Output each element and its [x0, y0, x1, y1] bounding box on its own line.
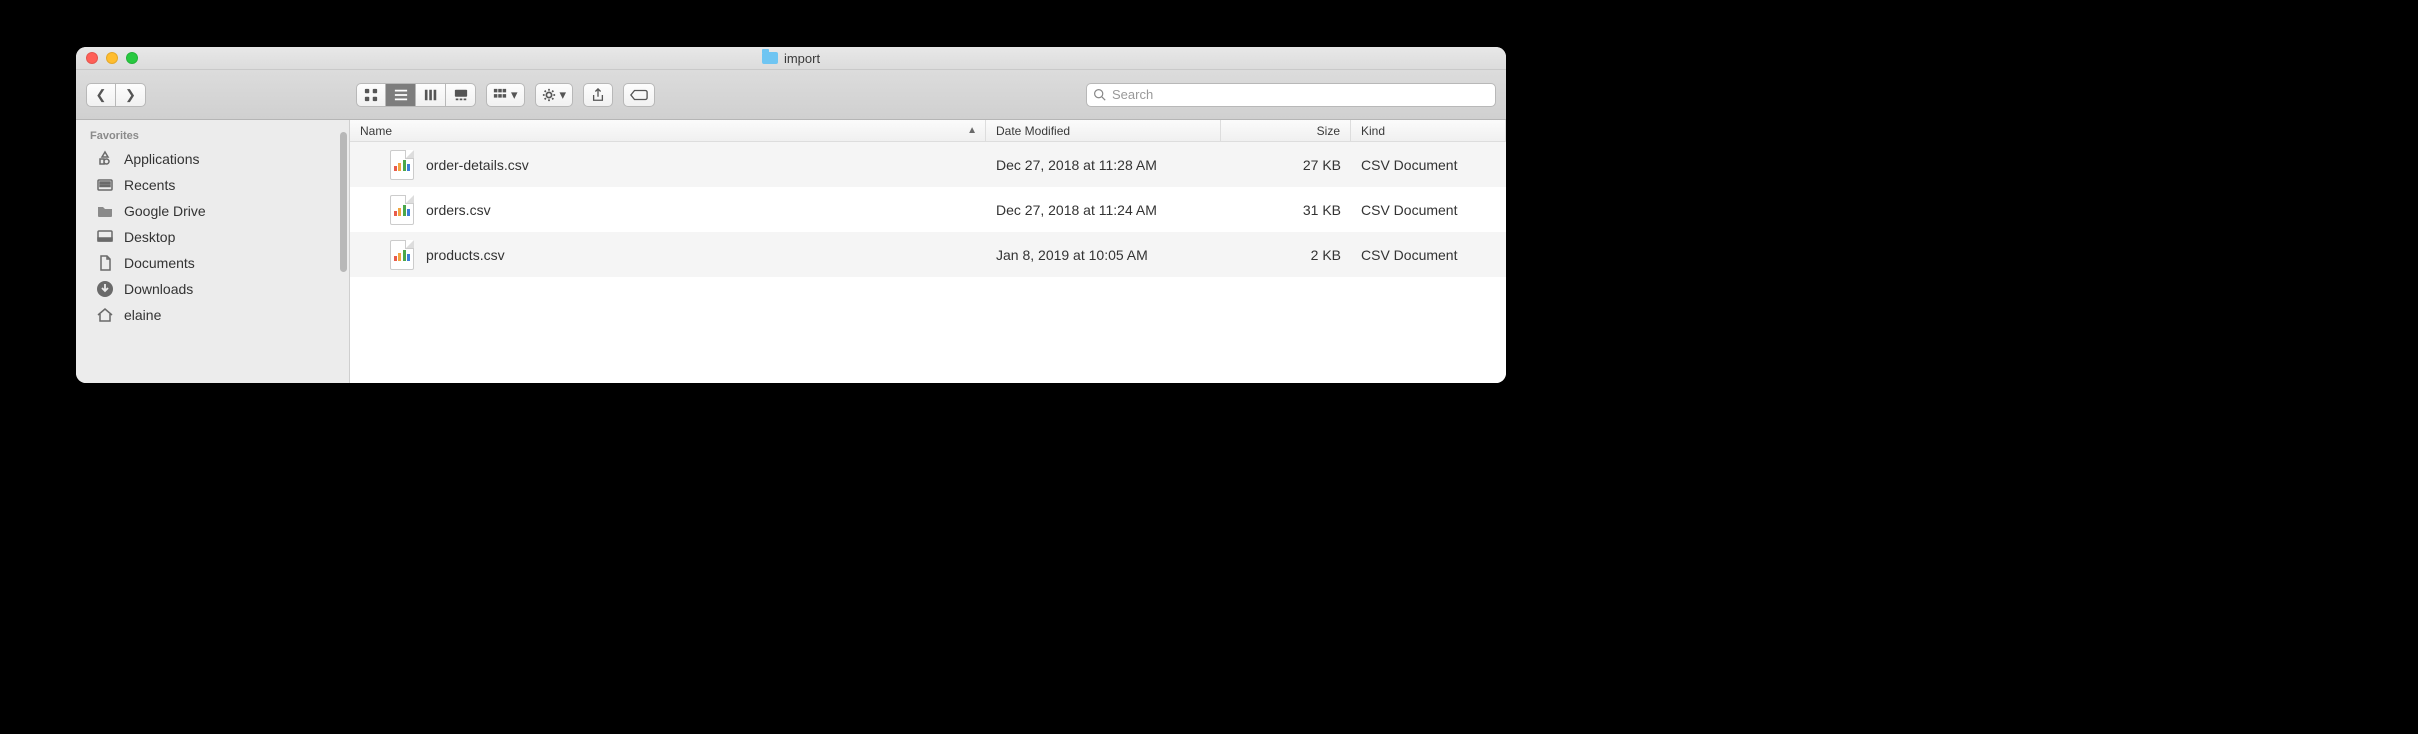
traffic-lights — [86, 52, 138, 64]
sidebar: Favorites Applications Recents Google Dr… — [76, 120, 350, 383]
file-kind: CSV Document — [1351, 247, 1506, 263]
sidebar-item-recents[interactable]: Recents — [76, 172, 349, 198]
file-kind: CSV Document — [1351, 202, 1506, 218]
sidebar-item-label: Downloads — [124, 281, 193, 297]
csv-file-icon — [390, 240, 414, 270]
column-label: Name — [360, 124, 392, 138]
sidebar-item-desktop[interactable]: Desktop — [76, 224, 349, 250]
group-button[interactable]: ▾ — [486, 83, 525, 107]
scrollbar-thumb[interactable] — [340, 132, 347, 272]
file-name: order-details.csv — [426, 157, 529, 173]
home-icon — [96, 306, 114, 324]
file-row[interactable]: products.csv Jan 8, 2019 at 10:05 AM 2 K… — [350, 232, 1506, 277]
nav-buttons: ❮ ❯ — [86, 83, 146, 107]
csv-file-icon — [390, 150, 414, 180]
window-title: import — [76, 51, 1506, 66]
content-area: Favorites Applications Recents Google Dr… — [76, 120, 1506, 383]
action-button-wrap: ▾ — [535, 83, 574, 107]
file-date: Jan 8, 2019 at 10:05 AM — [986, 247, 1221, 263]
file-kind: CSV Document — [1351, 157, 1506, 173]
chevron-down-icon: ▾ — [560, 87, 567, 103]
column-size[interactable]: Size — [1221, 120, 1351, 141]
close-button[interactable] — [86, 52, 98, 64]
toolbar: ❮ ❯ ▾ ▾ — [76, 70, 1506, 120]
documents-icon — [96, 254, 114, 272]
column-kind[interactable]: Kind — [1351, 120, 1506, 141]
applications-icon — [96, 150, 114, 168]
share-button[interactable] — [583, 83, 613, 107]
column-date[interactable]: Date Modified — [986, 120, 1221, 141]
icon-view-button[interactable] — [356, 83, 386, 107]
forward-button[interactable]: ❯ — [116, 83, 146, 107]
group-button-wrap: ▾ — [486, 83, 525, 107]
sidebar-header: Favorites — [76, 126, 349, 146]
sidebar-item-home[interactable]: elaine — [76, 302, 349, 328]
sidebar-item-label: Recents — [124, 177, 175, 193]
sidebar-item-applications[interactable]: Applications — [76, 146, 349, 172]
file-listing: Name ▲ Date Modified Size Kind order-det… — [350, 120, 1506, 383]
csv-file-icon — [390, 195, 414, 225]
tag-icon — [630, 89, 648, 101]
list-icon — [394, 88, 408, 102]
file-size: 2 KB — [1221, 247, 1351, 263]
folder-icon — [96, 202, 114, 220]
view-buttons — [356, 83, 476, 107]
search-input[interactable] — [1112, 87, 1489, 102]
column-label: Kind — [1361, 124, 1385, 138]
grid-icon — [364, 88, 378, 102]
group-icon — [493, 88, 507, 102]
list-view-button[interactable] — [386, 83, 416, 107]
column-name[interactable]: Name ▲ — [350, 120, 986, 141]
sort-ascending-icon: ▲ — [967, 125, 977, 136]
column-headers: Name ▲ Date Modified Size Kind — [350, 120, 1506, 142]
finder-window: import ❮ ❯ ▾ — [76, 47, 1506, 383]
tags-button[interactable] — [623, 83, 655, 107]
minimize-button[interactable] — [106, 52, 118, 64]
sidebar-item-downloads[interactable]: Downloads — [76, 276, 349, 302]
gear-icon — [542, 88, 556, 102]
chevron-down-icon: ▾ — [511, 87, 518, 103]
search-icon — [1093, 88, 1106, 101]
sidebar-item-label: Google Drive — [124, 203, 206, 219]
window-title-text: import — [784, 51, 820, 66]
recents-icon — [96, 176, 114, 194]
column-label: Date Modified — [996, 124, 1070, 138]
columns-icon — [424, 88, 438, 102]
file-size: 31 KB — [1221, 202, 1351, 218]
folder-icon — [762, 52, 778, 64]
file-rows: order-details.csv Dec 27, 2018 at 11:28 … — [350, 142, 1506, 383]
action-button[interactable]: ▾ — [535, 83, 574, 107]
file-size: 27 KB — [1221, 157, 1351, 173]
file-name: orders.csv — [426, 202, 491, 218]
file-date: Dec 27, 2018 at 11:28 AM — [986, 157, 1221, 173]
downloads-icon — [96, 280, 114, 298]
share-icon — [591, 88, 605, 102]
sidebar-item-google-drive[interactable]: Google Drive — [76, 198, 349, 224]
desktop-icon — [96, 228, 114, 246]
sidebar-item-label: Documents — [124, 255, 195, 271]
sidebar-item-label: elaine — [124, 307, 161, 323]
column-label: Size — [1317, 124, 1340, 138]
zoom-button[interactable] — [126, 52, 138, 64]
sidebar-item-label: Applications — [124, 151, 200, 167]
file-date: Dec 27, 2018 at 11:24 AM — [986, 202, 1221, 218]
file-row[interactable]: order-details.csv Dec 27, 2018 at 11:28 … — [350, 142, 1506, 187]
back-button[interactable]: ❮ — [86, 83, 116, 107]
file-row[interactable]: orders.csv Dec 27, 2018 at 11:24 AM 31 K… — [350, 187, 1506, 232]
column-view-button[interactable] — [416, 83, 446, 107]
gallery-view-button[interactable] — [446, 83, 476, 107]
search-field[interactable] — [1086, 83, 1496, 107]
titlebar[interactable]: import — [76, 47, 1506, 70]
gallery-icon — [454, 88, 468, 102]
sidebar-item-label: Desktop — [124, 229, 175, 245]
file-name: products.csv — [426, 247, 505, 263]
sidebar-item-documents[interactable]: Documents — [76, 250, 349, 276]
